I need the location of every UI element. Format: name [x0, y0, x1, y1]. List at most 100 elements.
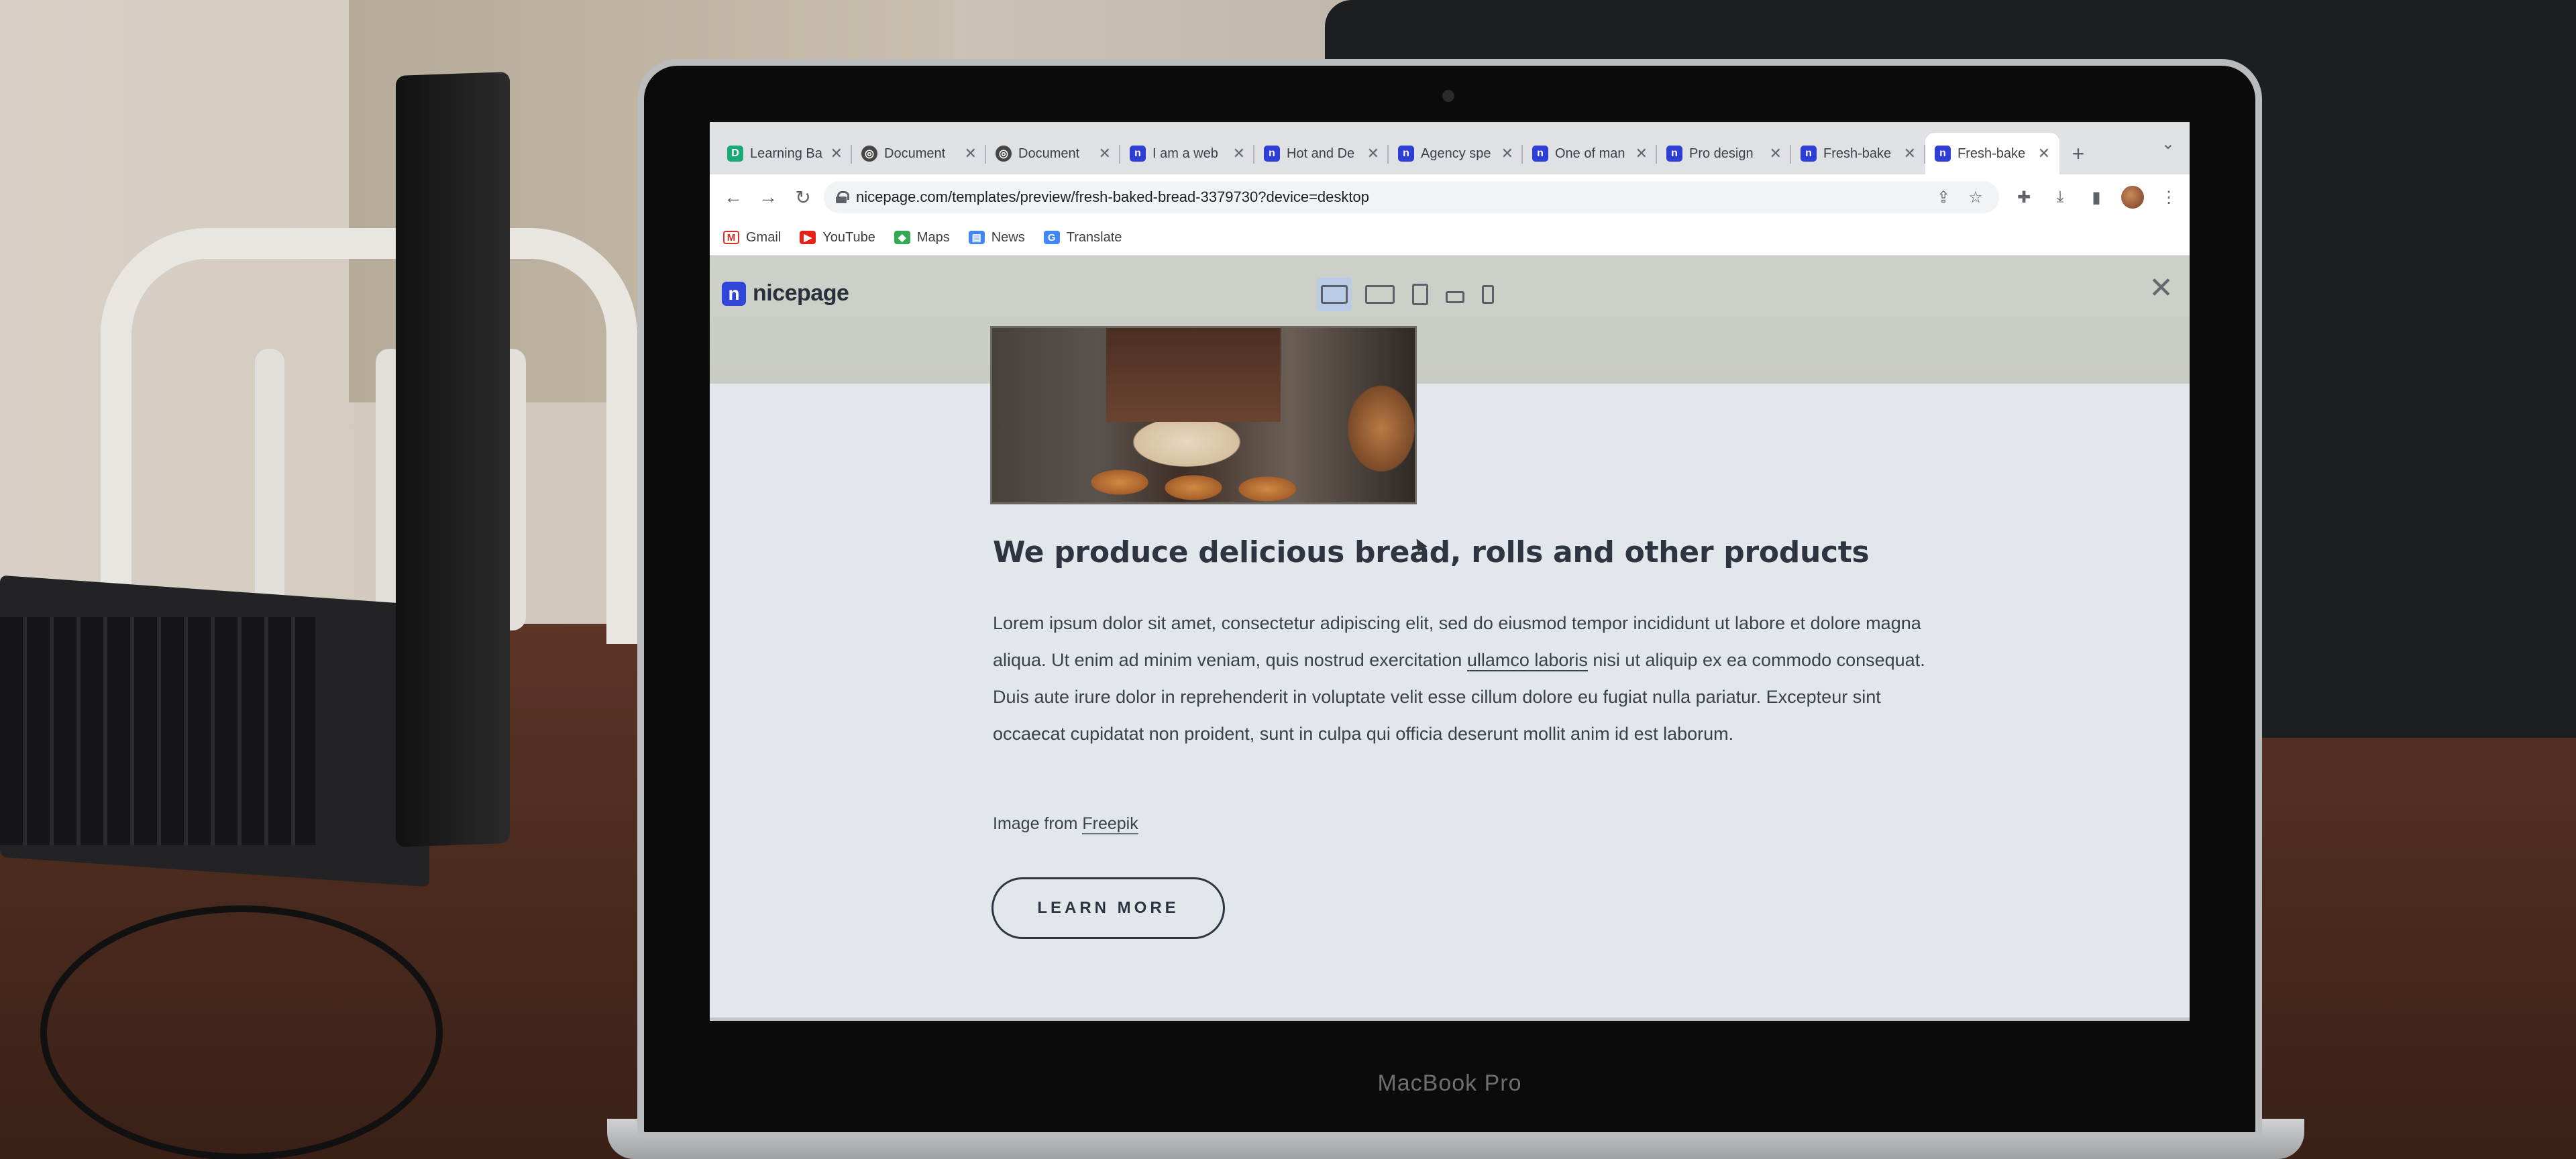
browser-tab[interactable]: n Pro design ✕: [1657, 133, 1791, 174]
bookmarks-bar: M Gmail ▶ YouTube ◆ Maps ▤ News G Transl…: [710, 220, 2190, 256]
nicepage-logo[interactable]: n nicepage: [722, 280, 849, 307]
bookmark-youtube[interactable]: ▶ YouTube: [800, 230, 875, 245]
webcam-icon: [1442, 90, 1454, 102]
browser-tab[interactable]: ◎ Document ✕: [986, 133, 1120, 174]
section-headline: We produce delicious bread, rolls and ot…: [993, 535, 1870, 569]
learning-favicon-icon: D: [727, 146, 743, 162]
white-chair: [101, 228, 637, 644]
close-preview-icon[interactable]: ✕: [2149, 271, 2174, 305]
phone-portrait-device-button[interactable]: [1478, 278, 1498, 311]
bookmark-label: Gmail: [746, 229, 782, 245]
nicepage-favicon-icon: n: [1935, 146, 1951, 162]
credit-prefix: Image from: [993, 814, 1083, 833]
screen-bottom-edge: [710, 1017, 2190, 1021]
tab-title: Hot and De: [1287, 146, 1355, 161]
extensions-puzzle-icon[interactable]: ✚: [2012, 186, 2035, 209]
side-panel-icon[interactable]: ▮: [2085, 186, 2108, 209]
desktop-icon: [1321, 285, 1348, 304]
body-inline-link[interactable]: ullamco laboris: [1466, 650, 1588, 671]
nicepage-favicon-icon: n: [1264, 146, 1280, 162]
tab-title: Fresh-bake: [1957, 146, 2026, 161]
bookmark-star-icon[interactable]: ☆: [1964, 186, 1987, 209]
nicepage-logo-icon: n: [722, 281, 746, 306]
phone-landscape-icon: [1446, 291, 1464, 303]
nicepage-preview-header: n nicepage ✕: [710, 256, 2190, 384]
new-tab-button[interactable]: +: [2059, 133, 2097, 174]
close-icon[interactable]: ✕: [2038, 145, 2050, 162]
left-laptop-keys: [0, 617, 315, 845]
close-icon[interactable]: ✕: [1367, 145, 1379, 162]
tab-title: One of man: [1555, 146, 1625, 161]
kebab-menu-icon[interactable]: ⋮: [2157, 186, 2180, 209]
desktop-device-button[interactable]: [1317, 278, 1352, 311]
gmail-icon: M: [723, 231, 739, 244]
close-icon[interactable]: ✕: [1233, 145, 1245, 162]
browser-tab[interactable]: n One of man ✕: [1523, 133, 1657, 174]
chair-slat: [255, 349, 284, 630]
nicepage-favicon-icon: n: [1666, 146, 1682, 162]
tab-title: Fresh-bake: [1823, 146, 1892, 161]
lock-icon[interactable]: [836, 191, 849, 203]
maps-icon: ◆: [894, 231, 910, 244]
cable: [40, 905, 443, 1159]
nicepage-favicon-icon: n: [1532, 146, 1548, 162]
forward-arrow-icon[interactable]: →: [754, 183, 782, 211]
document-favicon-icon: ◎: [996, 146, 1012, 162]
tablet-device-button[interactable]: [1408, 278, 1432, 311]
browser-toolbar: ← → ↻ nicepage.com/templates/preview/fre…: [710, 174, 2190, 220]
download-icon[interactable]: ⤓: [2049, 186, 2072, 209]
learn-more-button[interactable]: LEARN MORE: [991, 877, 1225, 939]
tab-title: Agency spe: [1421, 146, 1491, 161]
bookmark-maps[interactable]: ◆ Maps: [894, 230, 950, 245]
bookmark-gmail[interactable]: M Gmail: [723, 230, 781, 245]
baker-apron: [1106, 328, 1281, 422]
freepik-link[interactable]: Freepik: [1082, 814, 1138, 834]
left-laptop-lid: [396, 72, 510, 847]
tab-title: Document: [884, 146, 946, 161]
browser-tab-active[interactable]: n Fresh-bake ✕: [1925, 133, 2059, 174]
tab-strip: D Learning Ba ✕ ◎ Document ✕ ◎ Document …: [710, 122, 2190, 174]
back-arrow-icon[interactable]: ←: [719, 183, 747, 211]
tab-title: Pro design: [1689, 146, 1754, 161]
close-icon[interactable]: ✕: [1904, 145, 1916, 162]
phone-portrait-icon: [1482, 285, 1494, 304]
browser-tab[interactable]: n Hot and De ✕: [1254, 133, 1389, 174]
bookmark-label: YouTube: [822, 229, 875, 245]
phone-landscape-device-button[interactable]: [1442, 278, 1468, 311]
laptop-icon: [1365, 285, 1395, 304]
browser-tab[interactable]: n Fresh-bake ✕: [1791, 133, 1925, 174]
close-icon[interactable]: ✕: [1501, 145, 1513, 162]
close-icon[interactable]: ✕: [1635, 145, 1648, 162]
address-bar[interactable]: nicepage.com/templates/preview/fresh-bak…: [824, 181, 1999, 213]
browser-tab[interactable]: ◎ Document ✕: [852, 133, 986, 174]
tab-search-icon[interactable]: ⌄: [2161, 134, 2175, 154]
bookmark-label: Translate: [1066, 229, 1122, 245]
profile-avatar[interactable]: [2121, 186, 2144, 209]
bookmark-news[interactable]: ▤ News: [968, 230, 1025, 245]
browser-tab[interactable]: D Learning Ba ✕: [718, 133, 852, 174]
nicepage-logo-text: nicepage: [753, 280, 849, 306]
nicepage-favicon-icon: n: [1398, 146, 1414, 162]
browser-tab[interactable]: n Agency spe ✕: [1389, 133, 1523, 174]
body-paragraph: Lorem ipsum dolor sit amet, consectetur …: [993, 605, 1932, 753]
close-icon[interactable]: ✕: [965, 145, 977, 162]
tab-title: I am a web: [1152, 146, 1218, 161]
url-text[interactable]: nicepage.com/templates/preview/fresh-bak…: [856, 188, 1369, 206]
tab-title: Learning Ba: [750, 146, 822, 161]
device-switcher: [1317, 278, 1498, 311]
browser-tab[interactable]: n I am a web ✕: [1120, 133, 1254, 174]
browser-window: D Learning Ba ✕ ◎ Document ✕ ◎ Document …: [710, 122, 2190, 1021]
close-icon[interactable]: ✕: [1099, 145, 1111, 162]
youtube-icon: ▶: [800, 231, 816, 244]
bookmark-translate[interactable]: G Translate: [1043, 229, 1122, 245]
close-icon[interactable]: ✕: [1770, 145, 1782, 162]
close-icon[interactable]: ✕: [830, 145, 843, 162]
share-icon[interactable]: ⇪: [1932, 186, 1955, 209]
document-favicon-icon: ◎: [861, 146, 877, 162]
tablet-icon: [1412, 284, 1428, 305]
image-credit: Image from Freepik: [993, 814, 1138, 834]
nicepage-favicon-icon: n: [1130, 146, 1146, 162]
toolbar-icons: ✚ ⤓ ▮ ⋮: [2012, 186, 2180, 209]
reload-icon[interactable]: ↻: [789, 183, 817, 211]
laptop-device-button[interactable]: [1361, 278, 1399, 311]
